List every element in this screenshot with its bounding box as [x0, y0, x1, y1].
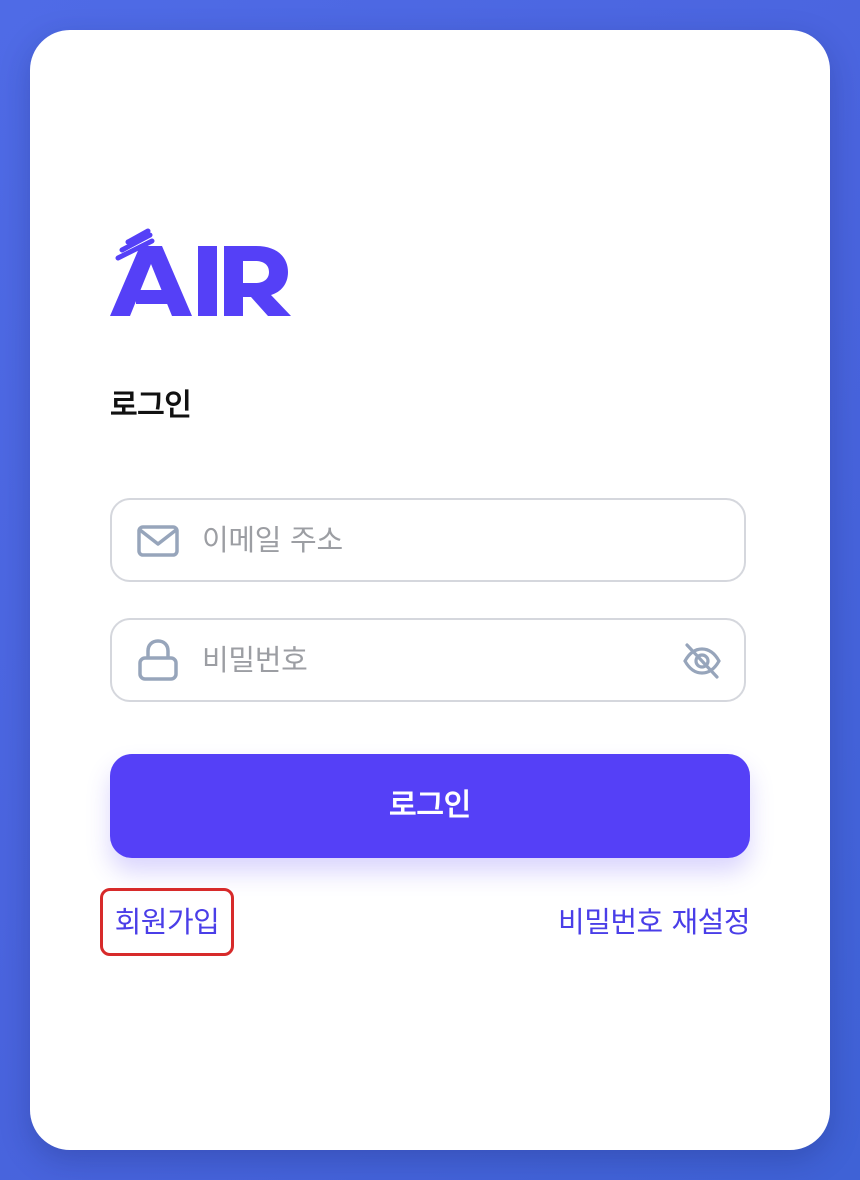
- reset-password-link[interactable]: 비밀번호 재설정: [558, 888, 750, 956]
- login-card: 로그인 이메일 주소 비밀번호 로그인 회원가입 비밀번호 재설정: [30, 30, 830, 1150]
- password-placeholder: 비밀번호: [202, 643, 308, 677]
- eye-off-icon[interactable]: [682, 642, 722, 680]
- password-field[interactable]: 비밀번호: [110, 618, 746, 702]
- email-field[interactable]: 이메일 주소: [110, 498, 746, 582]
- login-button[interactable]: 로그인: [110, 754, 750, 858]
- mail-icon: [137, 525, 179, 557]
- air-logo: [110, 228, 291, 316]
- page-title: 로그인: [110, 388, 192, 423]
- email-placeholder: 이메일 주소: [202, 523, 343, 557]
- signup-link[interactable]: 회원가입: [100, 888, 234, 956]
- lock-icon: [138, 639, 178, 681]
